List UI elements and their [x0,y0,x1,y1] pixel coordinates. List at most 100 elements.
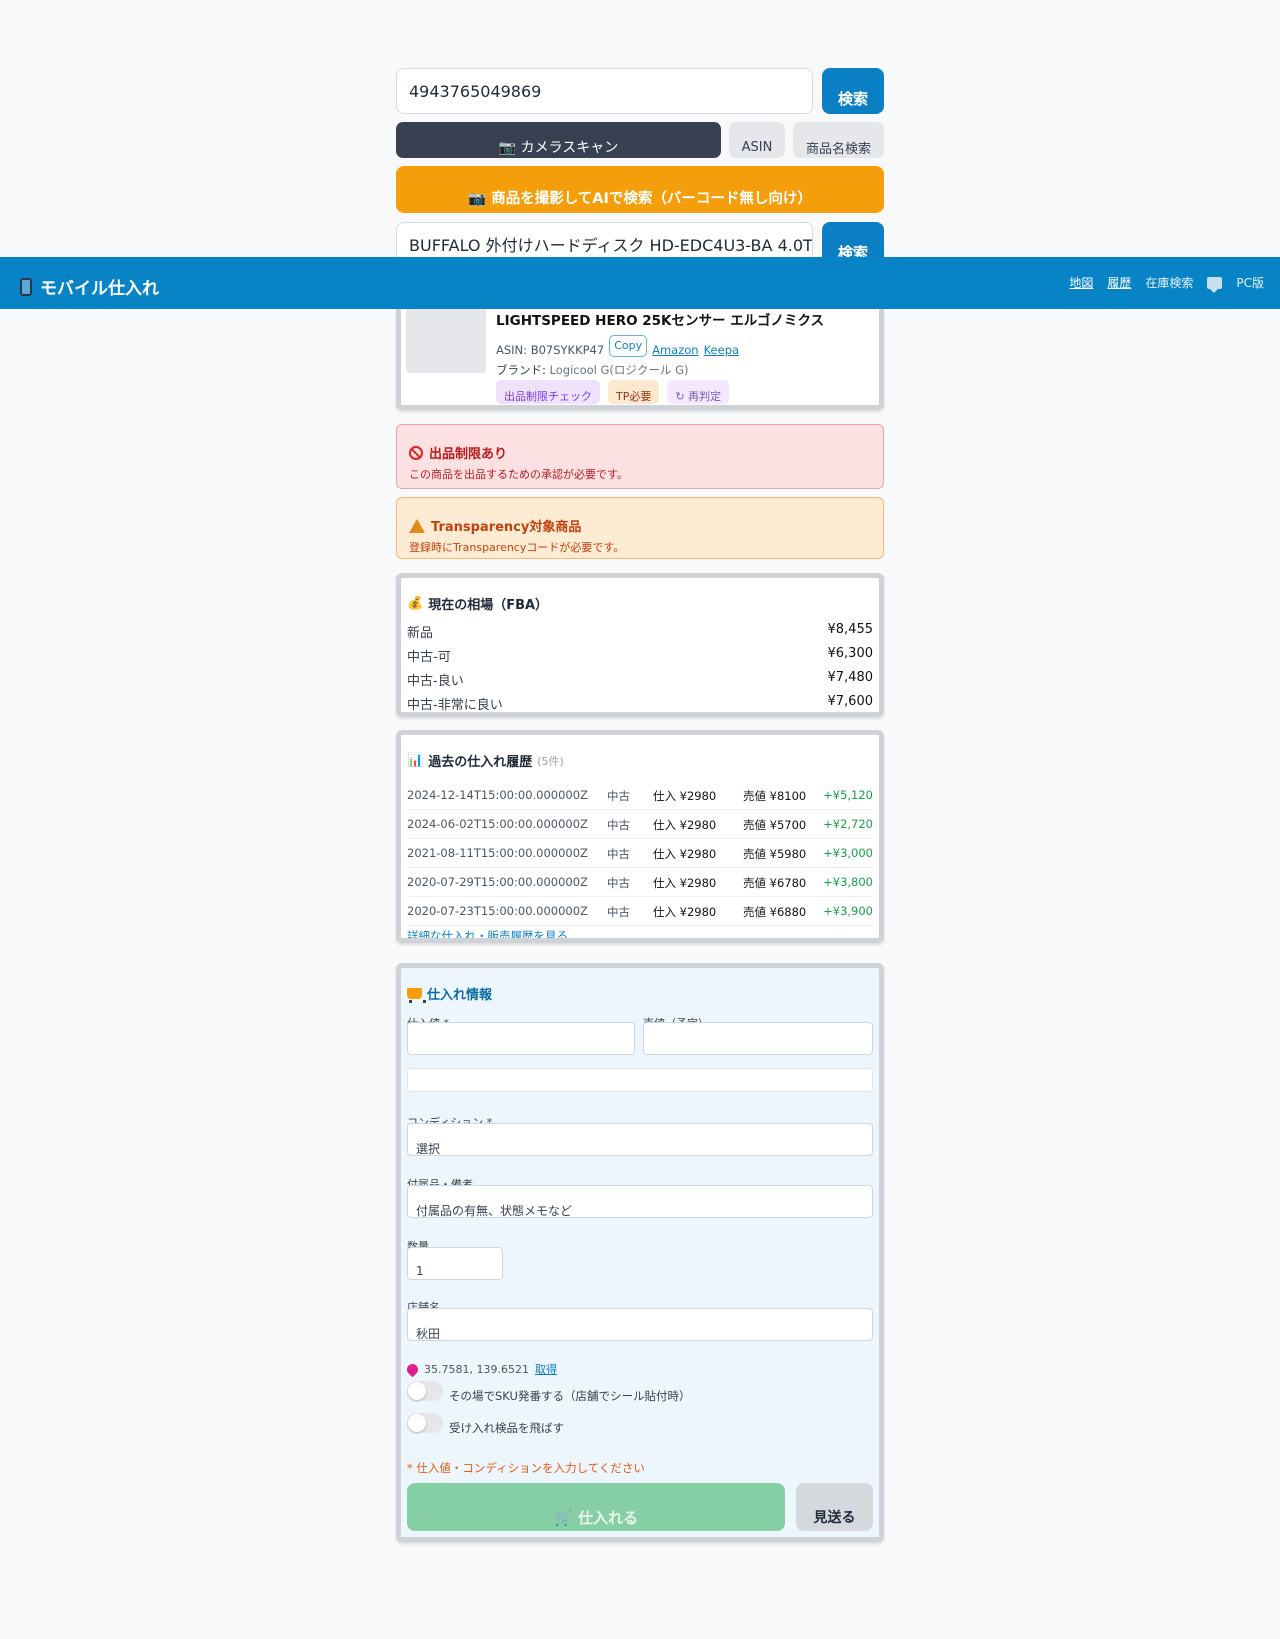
history-detail-link[interactable]: 詳細な仕入れ・販売履歴を見る [407,928,568,938]
transparency-alert-title: Transparency対象商品 [409,516,871,535]
purchase-submit-button[interactable]: 🛒 仕入れる [407,1483,785,1531]
history-cost: 仕入 ¥2980 [653,818,717,832]
recheck-chip[interactable]: ↻ 再判定 [667,380,730,404]
quantity-input[interactable]: 1 [407,1247,503,1280]
nav-map-link[interactable]: 地図 [1069,274,1093,291]
history-profit: +¥3,900 [823,904,873,918]
location-pin-icon [404,1361,421,1377]
condition-select[interactable]: 選択 [407,1123,873,1156]
cart-icon [407,988,426,1003]
product-brand: ブランド: Logicool G(ロジクール G) [496,362,688,378]
price-row: 中古-可 ¥6,300 [407,646,873,668]
warning-icon [409,518,425,533]
purchase-form-title: 仕入れ情報 [407,984,492,1003]
price-row: 新品 ¥8,455 [407,622,873,644]
sku-toggle[interactable] [407,1381,443,1401]
location-coords: 35.7581, 139.6521 [424,1362,529,1376]
history-sell: 売値 ¥6780 [743,876,807,890]
history-row: 2024-06-02T15:00:00.000000Z 中古 仕入 ¥2980 … [407,811,873,839]
price-value: ¥7,600 [827,694,874,709]
asin-text: ASIN: B07SYKKP47 [496,343,605,357]
nav-history-link[interactable]: 履歴 [1107,274,1131,291]
ai-photo-search-button[interactable]: 📷 商品を撮影してAIで検索（バーコード無し向け） [396,166,884,213]
history-cost: 仕入 ¥2980 [653,789,717,803]
app-title-text: モバイル仕入れ [40,279,159,299]
purchase-history-count: (5件) [537,754,564,768]
search-tools: 📷 カメラスキャン ASIN 商品名検索 [396,122,884,158]
market-price-card: 💰 現在の相場（FBA） 新品 ¥8,455 中古-可 ¥6,300 中古-良い… [396,573,884,717]
market-price-title-text: 現在の相場（FBA） [428,598,549,613]
price-value: ¥7,480 [827,670,874,685]
purchase-history-title: 📊 過去の仕入れ履歴 (5件) [407,751,564,770]
history-date: 2020-07-23T15:00:00.000000Z [407,904,588,918]
nav-pc-version-link[interactable]: PC版 [1236,274,1264,291]
store-input[interactable]: 秋田 [407,1308,873,1341]
product-image [406,307,486,373]
tp-required-chip: TP必要 [608,380,660,404]
notes-input[interactable]: 付属品の有無、状態メモなど [407,1185,873,1218]
chat-icon[interactable] [1207,276,1223,293]
amazon-link[interactable]: Amazon [652,343,698,357]
history-date: 2024-06-02T15:00:00.000000Z [407,817,588,831]
history-profit: +¥5,120 [823,788,873,802]
brand-label: ブランド: [496,363,546,377]
jan-search-button[interactable]: 検索 [822,68,884,114]
purchase-form-card: 仕入れ情報 仕入値 * 売値（予定） コンディション * 選択 付属品・備考 付… [396,963,884,1542]
history-profit: +¥3,000 [823,846,873,860]
history-condition: 中古 [607,818,630,832]
product-meta: ASIN: B07SYKKP47 Copy Amazon Keepa [496,335,739,357]
history-row: 2024-12-14T15:00:00.000000Z 中古 仕入 ¥2980 … [407,782,873,810]
app-title: モバイル仕入れ [20,274,159,299]
history-cost: 仕入 ¥2980 [653,847,717,861]
history-sell: 売値 ¥5700 [743,818,807,832]
history-condition: 中古 [607,789,630,803]
name-search-button[interactable]: 商品名検索 [793,122,884,158]
price-label: 新品 [407,626,434,641]
transparency-alert-title-text: Transparency対象商品 [431,520,582,535]
app-header: モバイル仕入れ 地図 履歴 在庫検索 PC版 [0,257,1280,309]
price-row: 中古-非常に良い ¥7,600 [407,694,874,713]
camera-scan-button[interactable]: 📷 カメラスキャン [396,122,721,158]
money-bag-icon: 💰 [407,596,424,611]
purchase-history-title-text: 過去の仕入れ履歴 [428,755,533,770]
asin-search-button[interactable]: ASIN [729,122,785,158]
skip-inspection-toggle[interactable] [407,1413,443,1433]
history-condition: 中古 [607,876,630,890]
history-row: 2021-08-11T15:00:00.000000Z 中古 仕入 ¥2980 … [407,840,873,868]
price-row: 中古-良い ¥7,480 [407,670,873,692]
restriction-check-chip[interactable]: 出品制限チェック [496,380,600,404]
history-date: 2024-12-14T15:00:00.000000Z [407,788,588,802]
price-label: 中古-良い [407,674,464,689]
history-date: 2020-07-29T15:00:00.000000Z [407,875,588,889]
location-row: 35.7581, 139.6521 取得 [404,1361,557,1377]
market-price-title: 💰 現在の相場（FBA） [407,594,548,613]
sell-price-input[interactable] [643,1022,873,1055]
copy-asin-button[interactable]: Copy [609,335,648,357]
keepa-link[interactable]: Keepa [704,343,739,357]
price-label: 中古-非常に良い [407,698,503,713]
jan-search-input[interactable]: 4943765049869 [396,68,813,114]
history-cost: 仕入 ¥2980 [653,905,717,919]
sku-toggle-label: その場でSKU発番する（店舗でシール貼付時） [449,1389,691,1403]
price-value: ¥6,300 [827,646,874,661]
history-profit: +¥2,720 [823,817,873,831]
purchase-form-title-text: 仕入れ情報 [427,988,493,1003]
history-sell: 売値 ¥5980 [743,847,807,861]
history-sell: 売値 ¥6880 [743,905,807,919]
nav-stock-search-link[interactable]: 在庫検索 [1145,274,1193,291]
jan-search-row: 4943765049869 検索 [396,68,884,114]
ban-icon [409,445,423,460]
transparency-alert: Transparency対象商品 登録時にTransparencyコードが必要で… [396,497,884,559]
mobile-phone-icon [20,277,32,296]
product-title-line2: LIGHTSPEED HERO 25Kセンサー エルゴノミクス [496,313,825,329]
restriction-alert: 出品制限あり この商品を出品するための承認が必要です。 [396,424,884,489]
brand-value: Logicool G(ロジクール G) [549,363,689,377]
validation-error: * 仕入値・コンディションを入力してください [407,1461,645,1475]
price-hint-bar [407,1068,873,1092]
product-chips: 出品制限チェック TP必要 ↻ 再判定 [496,380,730,404]
transparency-alert-text: 登録時にTransparencyコードが必要です。 [409,541,625,554]
get-location-link[interactable]: 取得 [535,1361,557,1377]
skip-button[interactable]: 見送る [796,1483,873,1531]
cost-input[interactable] [407,1022,635,1055]
skip-inspection-label: 受け入れ検品を飛ばす [449,1421,564,1435]
